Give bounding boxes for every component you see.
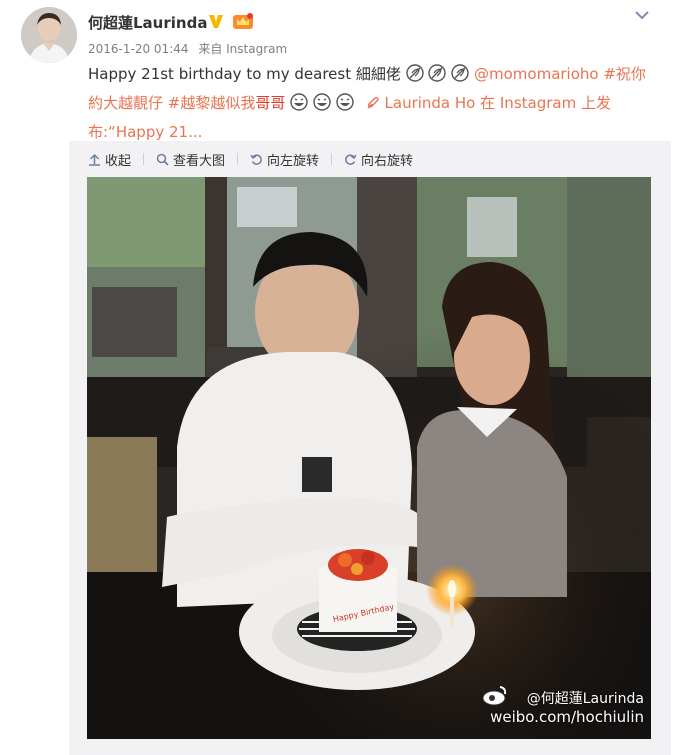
link-icon	[367, 96, 379, 109]
post-text-intro: Happy 21st birthday to my dearest 細細佬	[88, 65, 401, 83]
search-icon	[156, 153, 169, 166]
post-photo[interactable]: Happy Birthday @何超蓮Laurinda weibo.com/ho…	[87, 177, 651, 739]
collapse-button[interactable]: 收起	[88, 150, 131, 169]
rotate-right-label: 向右旋转	[361, 153, 414, 169]
rotate-right-button[interactable]: 向右旋转	[344, 150, 413, 169]
watermark-handle: @何超蓮Laurinda	[526, 691, 644, 707]
chevron-down-icon[interactable]	[634, 9, 650, 21]
leaf-emoji-icon	[428, 64, 447, 90]
post-timestamp[interactable]: 2016-1-20 01:44	[88, 42, 189, 56]
weibo-post-card: 何超蓮Laurinda 2016-1-20 01:44 来自 Instagram…	[0, 0, 674, 755]
weibo-logo-icon	[482, 686, 507, 706]
laugh-emoji-icon	[290, 93, 308, 119]
mention-link[interactable]: @momomarioho	[474, 65, 599, 83]
media-toolbar: 收起 查看大图 向左旋转 向右旋转	[88, 149, 413, 169]
post-source[interactable]: 来自 Instagram	[198, 42, 287, 56]
toolbar-divider	[143, 153, 145, 165]
author-name[interactable]: 何超蓮Laurinda	[88, 12, 207, 33]
post-meta: 2016-1-20 01:44 来自 Instagram	[88, 40, 293, 57]
laugh-emoji-icon	[336, 93, 354, 119]
verified-icon	[209, 15, 223, 28]
toolbar-divider	[331, 153, 333, 165]
rotate-left-icon	[250, 154, 262, 165]
rotate-left-label: 向左旋转	[267, 153, 320, 169]
watermark-url: weibo.com/hochiulin	[490, 708, 644, 726]
rotate-left-button[interactable]: 向左旋转	[250, 150, 319, 169]
photo-illustration: Happy Birthday	[87, 177, 651, 739]
author-avatar[interactable]	[21, 7, 77, 63]
rotate-right-icon	[345, 154, 357, 165]
collapse-icon	[89, 153, 100, 166]
laugh-emoji-icon	[313, 93, 331, 119]
hashtag-link[interactable]: #越黎越似我	[168, 94, 256, 112]
view-large-button[interactable]: 查看大图	[156, 150, 225, 169]
leaf-emoji-icon	[405, 64, 424, 90]
toolbar-divider	[237, 153, 239, 165]
leaf-emoji-icon	[451, 64, 469, 90]
view-large-label: 查看大图	[173, 153, 226, 169]
post-text: Happy 21st birthday to my dearest 細細佬 @m…	[88, 61, 648, 145]
member-crown-icon[interactable]	[232, 12, 254, 30]
collapse-label: 收起	[105, 153, 132, 169]
highlighted-word: 哥哥	[255, 94, 286, 112]
